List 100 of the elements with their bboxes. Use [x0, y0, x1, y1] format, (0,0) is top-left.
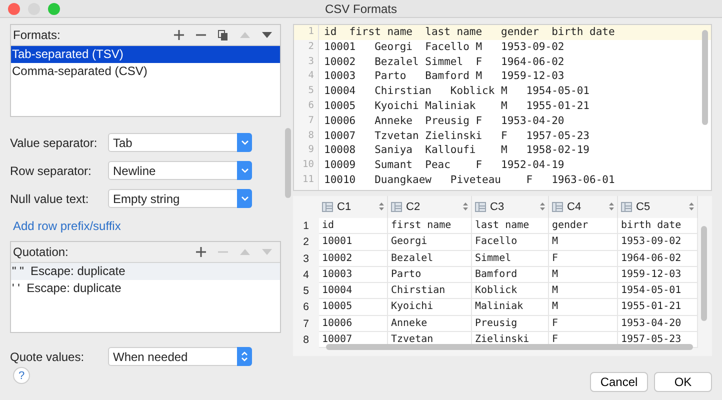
code-line: 10003 Parto Bamford M 1959-12-03	[323, 69, 566, 84]
table-cell: Facello	[472, 234, 549, 251]
table-cell: 1953-04-20	[618, 316, 698, 332]
scrollbar-thumb[interactable]	[702, 30, 708, 125]
table-cell: Simmel	[472, 250, 549, 267]
line-number: 10	[302, 158, 315, 172]
dialog-button[interactable]: Cancel	[590, 372, 648, 392]
code-line: 10006 Anneke Preusig F 1953-04-20	[323, 114, 566, 129]
table-cell: 10004	[319, 283, 388, 300]
code-line: 10008 Saniya Kalloufi M 1958-02-19	[323, 143, 591, 158]
add-icon	[174, 30, 184, 40]
updown-chevron-icon	[241, 351, 248, 362]
table-cell: last name	[472, 218, 549, 234]
table-cell: Kyoichi	[388, 299, 472, 316]
table-cell: gender	[549, 218, 618, 234]
line-number: 1	[294, 25, 318, 40]
row-number: 3	[302, 252, 310, 267]
table-cell: 10005	[319, 299, 388, 316]
table-cell: birth date	[618, 218, 698, 234]
table-cell: 10003	[319, 266, 388, 284]
row-number: 8	[302, 333, 310, 348]
code-line: 10004 Chirstian Koblick M 1954-05-01	[323, 84, 591, 99]
table-cell: Anneke	[388, 316, 472, 332]
down-triangle-icon	[262, 32, 272, 38]
line-number: 7	[307, 114, 315, 128]
scrollbar-thumb[interactable]	[285, 128, 291, 198]
line-number: 6	[307, 98, 315, 113]
row-number: 7	[302, 316, 310, 332]
table-cell: 10006	[319, 316, 388, 332]
dropdown[interactable]: Tab	[108, 133, 252, 152]
line-number: 8	[307, 128, 315, 143]
list-item[interactable]: " " Escape: duplicate	[11, 263, 280, 280]
list-label: Formats:	[13, 28, 62, 42]
zoom-icon[interactable]	[48, 2, 60, 14]
table-cell: first name	[388, 218, 472, 234]
table-cell: F	[549, 316, 618, 332]
table-icon	[391, 202, 402, 212]
line-number: 9	[307, 143, 315, 158]
dropdown[interactable]: When needed	[108, 347, 252, 366]
table-icon	[552, 202, 563, 212]
table-cell: Chirstian	[388, 283, 472, 300]
table-cell: F	[549, 250, 618, 267]
dialog-button[interactable]: OK	[654, 372, 712, 392]
row-number: 6	[302, 300, 310, 316]
table-icon	[621, 202, 632, 212]
add-icon	[196, 247, 206, 257]
window-title: CSV Formats	[325, 2, 397, 16]
field-label: Row separator:	[10, 164, 92, 178]
table-cell: id	[319, 218, 388, 234]
table-cell: M	[549, 283, 618, 300]
table-cell: Georgi	[388, 234, 472, 251]
table-cell: 1964-06-02	[618, 250, 698, 267]
table-cell: 1959-12-03	[618, 266, 698, 284]
table-cell: M	[549, 299, 618, 316]
code-line: 10010 Duangkaew Piveteau F 1963-06-01	[323, 172, 616, 188]
close-icon[interactable]	[8, 2, 20, 14]
down-triangle-icon	[262, 249, 272, 255]
line-number: 5	[307, 84, 315, 98]
table-cell: 1955-01-21	[618, 299, 698, 316]
row-number: 1	[302, 219, 310, 234]
table-icon	[322, 202, 333, 212]
list-item[interactable]: Comma-separated (CSV)	[11, 63, 280, 80]
scrollbar-thumb[interactable]	[701, 226, 707, 321]
table-cell: 1953-09-02	[618, 234, 698, 251]
code-line: 10009 Sumant Peac F 1952-04-19	[323, 158, 566, 173]
field-label: Null value text:	[10, 192, 90, 206]
list-label: Quotation:	[13, 245, 70, 259]
up-triangle-icon	[240, 32, 250, 38]
list-item[interactable]: ' ' Escape: duplicate	[11, 280, 280, 297]
chevron-down-icon	[240, 196, 248, 201]
table-cell: 1954-05-01	[618, 283, 698, 300]
row-number: 2	[302, 235, 310, 250]
line-number: 3	[307, 54, 315, 69]
table-cell: M	[549, 234, 618, 251]
sort-icon	[609, 202, 614, 210]
row-number: 5	[302, 284, 310, 300]
sort-icon	[463, 202, 468, 210]
code-line: 10002 Bezalel Simmel F 1964-06-02	[323, 54, 566, 70]
dropdown[interactable]: Empty string	[108, 189, 252, 208]
table-cell: M	[549, 266, 618, 284]
line-number: 2	[307, 40, 315, 54]
add-prefix-link[interactable]: Add row prefix/suffix	[13, 219, 121, 233]
code-line: 10007 Tzvetan Zielinski F 1957-05-23	[323, 128, 591, 144]
chevron-down-icon	[240, 168, 248, 173]
field-label: Value separator:	[10, 136, 98, 150]
sort-icon	[540, 202, 545, 210]
line-number: 4	[307, 69, 315, 84]
table-cell: Maliniak	[472, 299, 549, 316]
table-icon	[475, 202, 486, 212]
table-cell: Preusig	[472, 316, 549, 332]
help-button[interactable]: ?	[13, 367, 30, 384]
row-number: 4	[302, 268, 310, 283]
table-cell: 10002	[319, 250, 388, 267]
table-cell: Bamford	[472, 266, 549, 284]
list-item[interactable]: Tab-separated (TSV)	[11, 46, 280, 63]
code-line: 10001 Georgi Facello M 1953-09-02	[323, 40, 566, 55]
sort-icon	[689, 202, 694, 210]
dropdown[interactable]: Newline	[108, 161, 252, 180]
scrollbar-thumb[interactable]	[326, 344, 693, 350]
chevron-down-icon	[240, 140, 248, 145]
